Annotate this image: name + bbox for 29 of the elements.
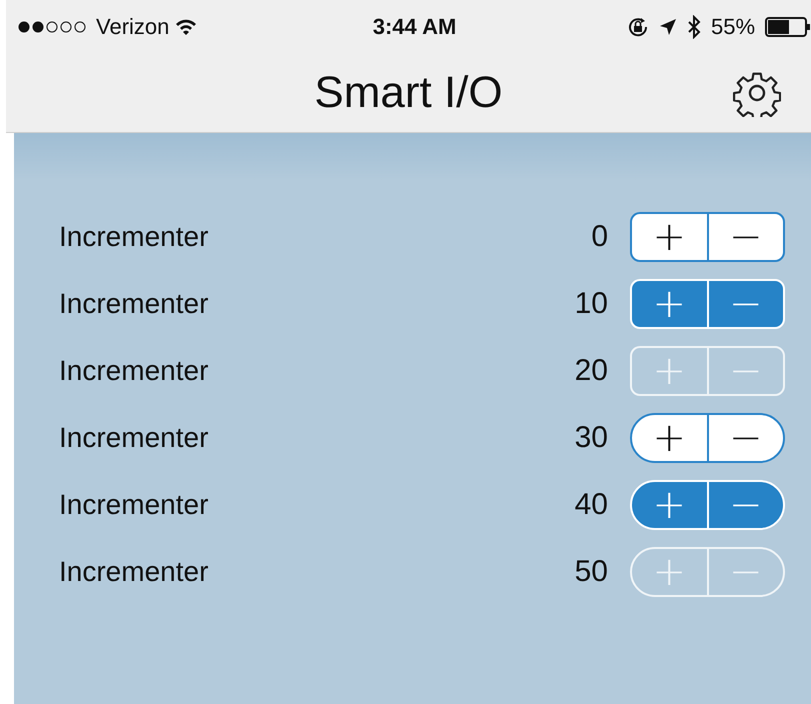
- counter-value: 40: [574, 488, 608, 522]
- decrement-button[interactable]: −: [706, 482, 783, 528]
- battery-icon: [765, 17, 811, 37]
- counter-value: 20: [574, 354, 608, 388]
- row-label: Incrementer: [58, 556, 210, 588]
- row-label: Incrementer: [58, 488, 210, 520]
- increment-button[interactable]: +: [632, 280, 706, 326]
- increment-button[interactable]: +: [632, 482, 706, 528]
- counter-value: 30: [574, 420, 608, 454]
- counter-value: 50: [574, 554, 608, 588]
- decrement-button[interactable]: −: [706, 414, 783, 460]
- row-label: Incrementer: [58, 220, 210, 252]
- increment-button[interactable]: +: [632, 414, 706, 460]
- counter-value: 0: [591, 220, 608, 254]
- counter-value: 10: [574, 286, 608, 320]
- status-time: 3:44 AM: [372, 14, 456, 40]
- decrement-button[interactable]: −: [706, 214, 783, 260]
- decrement-button[interactable]: −: [706, 280, 783, 326]
- bluetooth-icon: [686, 15, 701, 39]
- increment-button[interactable]: +: [632, 214, 706, 260]
- location-icon: [658, 18, 677, 36]
- row-label: Incrementer: [58, 288, 210, 320]
- battery-percent: 55%: [710, 14, 756, 40]
- rotation-lock-icon: [626, 16, 649, 38]
- screen-title: Smart I/O: [314, 68, 503, 118]
- wifi-icon: [175, 18, 198, 36]
- carrier-name: Verizon: [96, 14, 170, 40]
- row-label: Incrementer: [58, 354, 210, 386]
- row-label: Incrementer: [58, 422, 210, 454]
